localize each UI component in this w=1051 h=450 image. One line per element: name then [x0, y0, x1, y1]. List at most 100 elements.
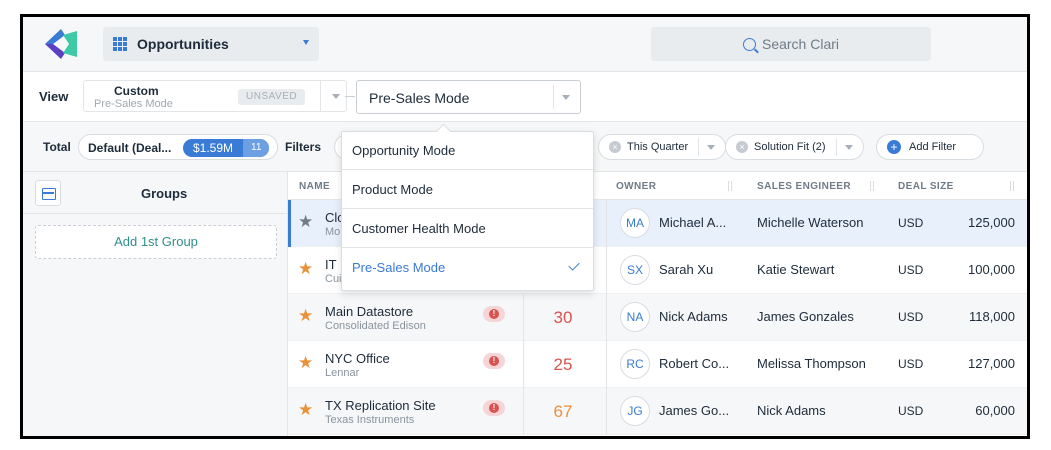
column-divider — [606, 294, 607, 341]
divider — [698, 138, 700, 156]
account-name: Texas Instruments — [325, 414, 415, 426]
add-filter-button[interactable]: + Add Filter — [876, 134, 984, 160]
alert-icon[interactable] — [483, 306, 505, 322]
mode-select-value: Pre-Sales Mode — [369, 90, 470, 106]
view-label: View — [39, 89, 69, 104]
menu-item-opportunity-mode[interactable]: Opportunity Mode — [342, 132, 593, 170]
sales-engineer: Melissa Thompson — [757, 356, 866, 371]
nav-module-label: Opportunities — [137, 36, 229, 52]
sales-engineer: James Gonzales — [757, 309, 854, 324]
search-input[interactable]: Search Clari — [651, 27, 931, 61]
opportunity-name[interactable]: Main Datastore — [325, 304, 413, 319]
amount-badge: $1.59M 11 — [183, 139, 270, 157]
groups-title: Groups — [141, 186, 188, 201]
chevron-down-icon[interactable] — [707, 144, 716, 150]
close-icon[interactable]: × — [609, 141, 621, 153]
connector-line — [345, 96, 355, 97]
screenshot-frame: Opportunities Search Clari View Custom P… — [0, 0, 1051, 450]
column-header-deal-size[interactable]: DEAL SIZE — [898, 181, 954, 192]
groups-header: Groups — [23, 172, 288, 214]
sales-engineer: Nick Adams — [757, 403, 826, 418]
owner-name: Michael A... — [659, 215, 727, 230]
unsaved-badge: UNSAVED — [238, 89, 306, 105]
chevron-down-icon — [562, 95, 570, 100]
star-icon[interactable]: ★ — [298, 260, 313, 277]
score-value: 67 — [553, 402, 573, 421]
view-select[interactable]: Custom Pre-Sales Mode UNSAVED — [83, 80, 347, 112]
column-header-sales-engineer[interactable]: SALES ENGINEER — [757, 181, 851, 192]
alert-icon[interactable] — [483, 353, 505, 369]
deal-size: 118,000 — [968, 309, 1015, 324]
filter-chip-solution-fit[interactable]: × Solution Fit (2) — [725, 134, 864, 160]
column-divider — [606, 247, 607, 294]
account-name: Mo — [325, 226, 341, 238]
chevron-down-icon[interactable] — [332, 94, 340, 99]
chevron-down-icon — [303, 40, 309, 45]
panel-toggle-icon[interactable] — [35, 180, 61, 206]
star-icon[interactable]: ★ — [298, 307, 313, 324]
sales-engineer: Michelle Waterson — [757, 215, 864, 230]
filter-chip-label: This Quarter — [627, 141, 689, 153]
column-resize-handle[interactable] — [870, 181, 874, 191]
menu-item-customer-health-mode[interactable]: Customer Health Mode — [342, 210, 593, 248]
total-summary-pill[interactable]: Default (Deal... $1.59M 11 — [78, 134, 278, 160]
chevron-down-icon[interactable] — [844, 144, 853, 150]
table-row[interactable]: ★ TX Replication Site Texas Instruments … — [288, 388, 1027, 435]
clari-logo-icon[interactable] — [43, 27, 79, 61]
star-icon[interactable]: ★ — [298, 401, 313, 418]
app-window: Opportunities Search Clari View Custom P… — [20, 14, 1030, 439]
alert-icon[interactable] — [483, 400, 505, 416]
view-bar: View Custom Pre-Sales Mode UNSAVED Pre-S… — [23, 72, 1027, 122]
total-amount: $1.59M — [193, 141, 234, 155]
star-icon[interactable]: ★ — [298, 354, 313, 371]
close-icon[interactable]: × — [736, 141, 748, 153]
search-placeholder: Search Clari — [761, 36, 840, 52]
opportunity-name[interactable]: TX Replication Site — [325, 398, 436, 413]
apps-grid-icon — [113, 37, 127, 51]
opportunity-name[interactable]: IT — [325, 257, 337, 272]
score-value: 25 — [553, 355, 573, 374]
column-divider — [606, 200, 607, 247]
account-name: Cui — [325, 273, 342, 285]
currency: USD — [898, 263, 924, 277]
avatar: SX — [620, 255, 650, 285]
avatar: NA — [620, 302, 650, 332]
opportunity-name[interactable]: NYC Office — [325, 351, 390, 366]
column-header-owner[interactable]: OWNER — [616, 181, 656, 192]
table-row[interactable]: ★ NYC Office Lennar 25 RC Robert Co... M… — [288, 341, 1027, 388]
app-inner: Opportunities Search Clari View Custom P… — [23, 17, 1027, 436]
mode-select[interactable]: Pre-Sales Mode — [356, 80, 581, 114]
menu-item-pre-sales-mode[interactable]: Pre-Sales Mode — [342, 249, 593, 287]
owner-name: Sarah Xu — [659, 262, 714, 277]
plus-icon: + — [887, 140, 901, 154]
deal-size: 127,000 — [968, 356, 1015, 371]
nav-module-select[interactable]: Opportunities — [103, 27, 319, 61]
column-resize-handle[interactable] — [1010, 181, 1014, 191]
top-bar: Opportunities Search Clari — [23, 17, 1027, 72]
total-count: 11 — [243, 139, 270, 157]
score-value: 30 — [553, 308, 573, 327]
view-subtitle: Pre-Sales Mode — [94, 98, 173, 110]
column-resize-handle[interactable] — [728, 181, 732, 191]
account-name: Lennar — [325, 367, 360, 379]
table-row[interactable]: ★ Main Datastore Consolidated Edison 30 … — [288, 294, 1027, 341]
currency: USD — [898, 310, 924, 324]
check-icon — [568, 259, 580, 271]
menu-item-product-mode[interactable]: Product Mode — [342, 171, 593, 209]
column-divider — [523, 341, 524, 388]
star-icon[interactable]: ★ — [298, 213, 313, 230]
add-group-button[interactable]: Add 1st Group — [35, 225, 277, 259]
deal-size: 60,000 — [975, 403, 1015, 418]
selection-indicator — [288, 200, 291, 247]
column-header-name[interactable]: NAME — [299, 181, 330, 192]
owner-name: Robert Co... — [659, 356, 730, 371]
owner-name: Nick Adams — [659, 309, 728, 324]
filter-chip-this-quarter[interactable]: × This Quarter — [598, 134, 727, 160]
sales-engineer: Katie Stewart — [757, 262, 835, 277]
deal-size: 125,000 — [968, 215, 1015, 230]
avatar: RC — [620, 349, 650, 379]
avatar: MA — [620, 208, 650, 238]
column-divider — [606, 388, 607, 435]
column-divider — [523, 388, 524, 435]
groups-panel: Groups Add 1st Group — [23, 172, 288, 436]
